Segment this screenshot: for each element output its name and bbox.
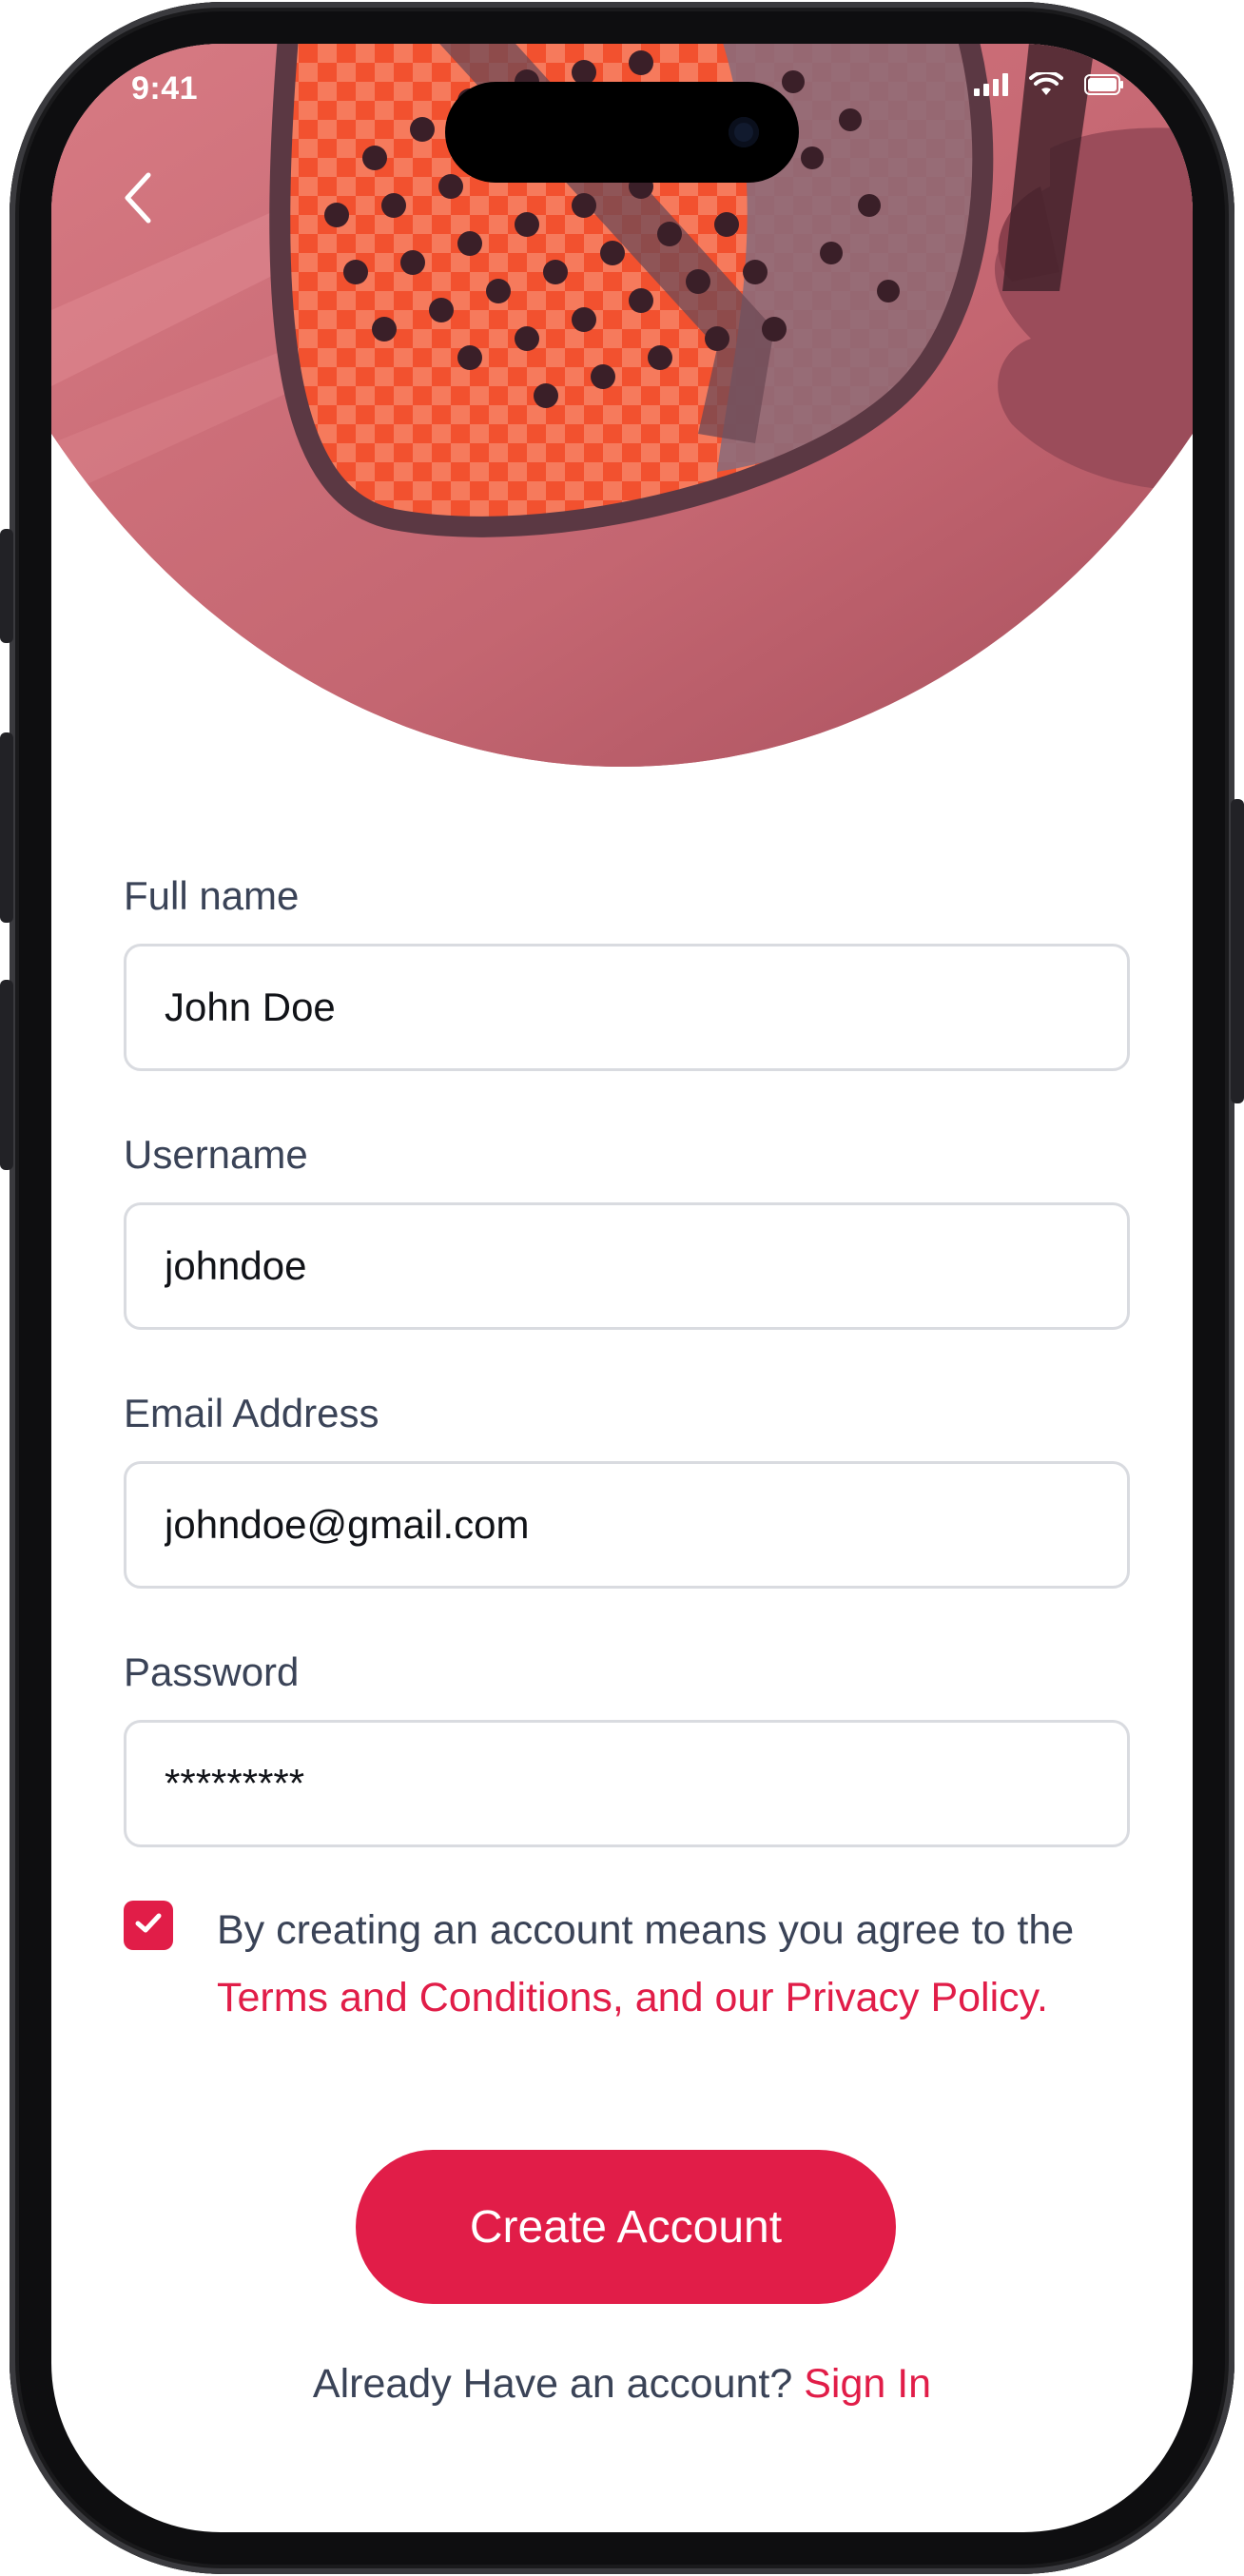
- terms-privacy-link[interactable]: Terms and Conditions, and our Privacy Po…: [217, 1975, 1048, 2020]
- full-name-input[interactable]: [124, 944, 1130, 1071]
- terms-text: By creating an account means you agree t…: [217, 1897, 1130, 2032]
- cellular-signal-icon: [974, 73, 1008, 101]
- username-input[interactable]: [124, 1202, 1130, 1330]
- terms-checkbox[interactable]: [124, 1901, 173, 1950]
- create-account-button[interactable]: Create Account: [356, 2150, 896, 2304]
- terms-text-prefix: By creating an account means you agree t…: [217, 1907, 1075, 1953]
- action-button: [0, 529, 13, 643]
- battery-icon: [1084, 74, 1124, 100]
- username-label: Username: [124, 1132, 308, 1177]
- front-camera: [729, 117, 759, 147]
- chevron-left-icon: [120, 169, 158, 231]
- signin-row: Already Have an account? Sign In: [51, 2361, 1193, 2408]
- wifi-icon: [1029, 69, 1063, 102]
- app-screen: 9:41 Full name John Doe Username johndoe…: [51, 44, 1193, 2532]
- power-button: [1231, 799, 1244, 1103]
- back-button[interactable]: [101, 162, 177, 238]
- email-input[interactable]: [124, 1461, 1130, 1589]
- status-icons: [974, 69, 1124, 102]
- password-label: Password: [124, 1649, 300, 1694]
- full-name-label: Full name: [124, 873, 300, 918]
- email-label: Email Address: [124, 1391, 379, 1435]
- volume-down-button: [0, 980, 13, 1170]
- volume-up-button: [0, 732, 13, 923]
- signin-prompt: Already Have an account?: [312, 2361, 805, 2407]
- dynamic-island: [445, 82, 799, 183]
- password-input[interactable]: [124, 1720, 1130, 1847]
- checkmark-icon: [134, 1912, 163, 1940]
- status-time: 9:41: [131, 70, 199, 107]
- signin-link[interactable]: Sign In: [804, 2361, 931, 2407]
